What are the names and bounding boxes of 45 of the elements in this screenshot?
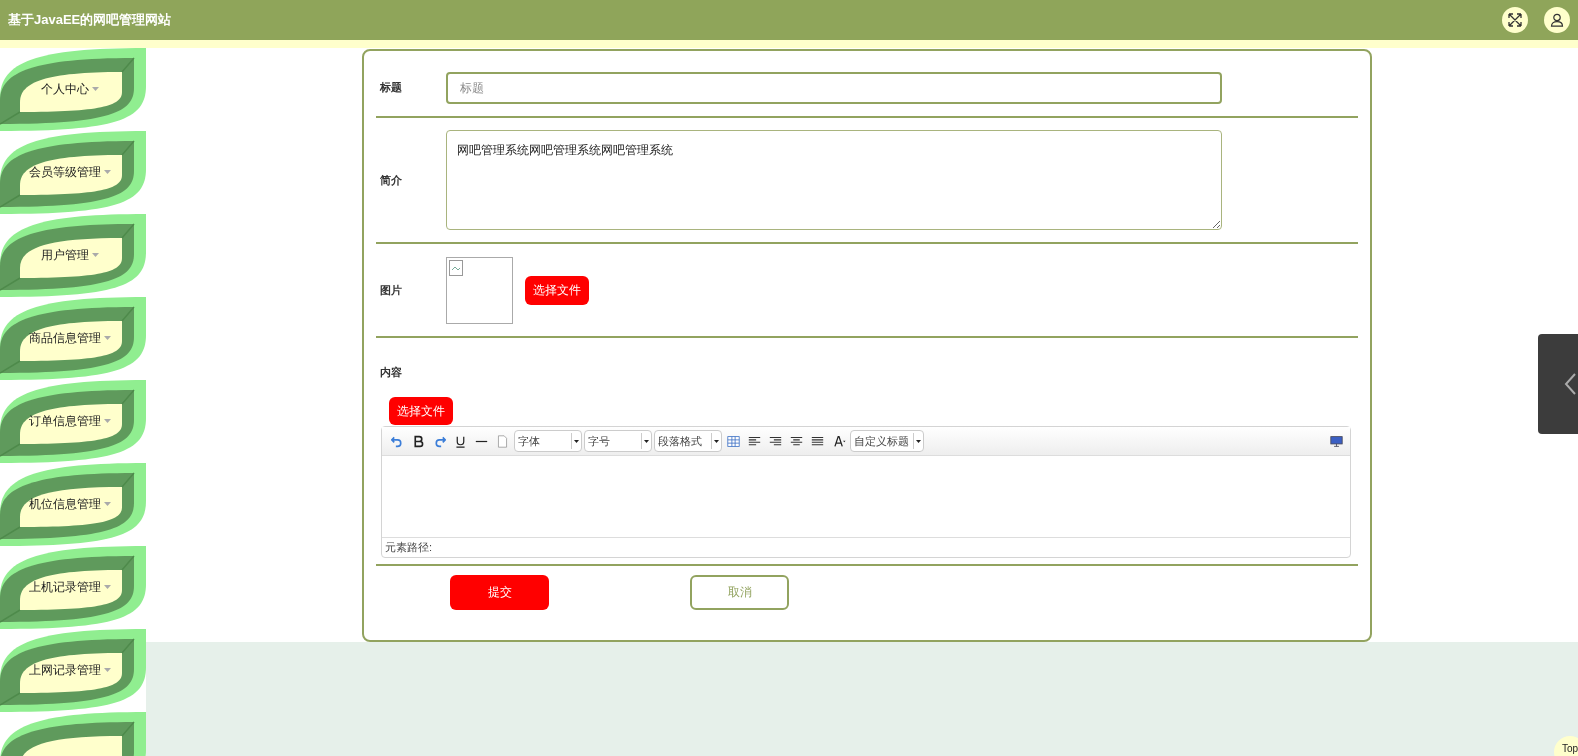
redo-icon <box>433 434 446 448</box>
element-path-text: 元素路径: <box>385 540 433 556</box>
title-input[interactable]: 标题 <box>446 71 1222 104</box>
caret-icon <box>104 336 111 340</box>
side-panel-toggle[interactable] <box>1538 334 1578 434</box>
undo-icon <box>391 434 404 448</box>
caret-icon <box>104 668 111 672</box>
caret-icon <box>92 253 99 257</box>
chevron-left-icon <box>1564 372 1576 396</box>
toolbar-dropdown[interactable]: 段落格式 <box>654 430 722 452</box>
user-button[interactable] <box>1544 7 1570 33</box>
caret-icon <box>644 439 649 443</box>
field-label: 内容 <box>379 365 403 380</box>
table-icon <box>727 434 740 448</box>
site-title: 基于JavaEE的网吧管理网站 <box>8 11 172 30</box>
bold-icon <box>412 434 425 448</box>
field-label: 标题 <box>379 80 403 96</box>
expand-icon <box>1508 13 1522 27</box>
align-right-icon <box>769 434 782 448</box>
toolbar-dropdown[interactable]: 自定义标题 <box>850 430 924 452</box>
underline-icon <box>454 434 467 448</box>
monitor-icon <box>1330 434 1343 448</box>
caret-icon <box>104 502 111 506</box>
caret-icon <box>104 585 111 589</box>
choose-file-button[interactable]: 选择文件 <box>389 397 453 425</box>
caret-icon <box>104 170 111 174</box>
caret-icon <box>92 87 99 91</box>
page-icon <box>496 434 509 448</box>
choose-file-button[interactable]: 选择文件 <box>525 275 589 305</box>
intro-textarea[interactable]: 网吧管理系统网吧管理系统网吧管理系统 <box>446 130 1222 230</box>
user-icon <box>1550 13 1564 27</box>
justify-icon <box>811 434 824 448</box>
caret-icon <box>916 439 921 443</box>
field-label: 简介 <box>379 172 403 188</box>
caret-icon <box>104 419 111 423</box>
broken-image-icon <box>449 259 463 276</box>
submit-button[interactable]: 提交 <box>450 574 549 610</box>
toolbar-dropdown[interactable]: 字体 <box>514 430 582 452</box>
caret-icon <box>574 439 579 443</box>
align-center-icon <box>790 434 803 448</box>
fullscreen-button[interactable] <box>1502 7 1528 33</box>
toolbar-dropdown[interactable]: 字号 <box>584 430 652 452</box>
caret-icon <box>714 439 719 443</box>
field-label: 图片 <box>379 282 403 298</box>
align-left-icon <box>748 434 761 448</box>
